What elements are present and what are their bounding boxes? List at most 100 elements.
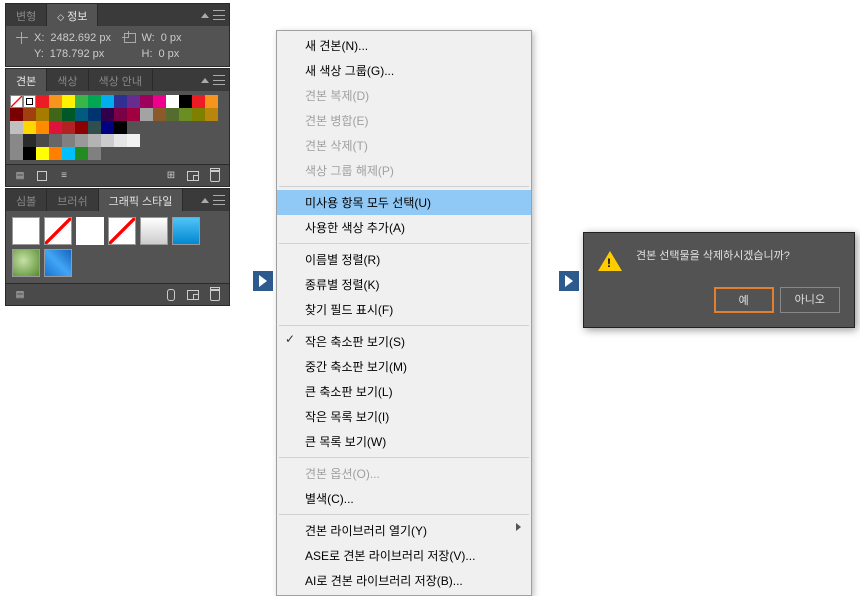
- tab-transform[interactable]: 변형: [6, 4, 47, 26]
- delete-style-button[interactable]: [207, 288, 223, 302]
- color-group-button[interactable]: ⊞: [163, 169, 179, 183]
- break-link-button[interactable]: [163, 288, 179, 302]
- swatch-registration[interactable]: [23, 95, 36, 108]
- menu-item[interactable]: 큰 목록 보기(W): [277, 429, 531, 454]
- swatch[interactable]: [166, 108, 179, 121]
- swatch[interactable]: [75, 95, 88, 108]
- swatch[interactable]: [192, 95, 205, 108]
- style-thumb[interactable]: [44, 249, 72, 277]
- yes-button[interactable]: 예: [714, 287, 774, 313]
- swatch[interactable]: [49, 95, 62, 108]
- menu-item[interactable]: 작은 축소판 보기(S)✓: [277, 329, 531, 354]
- panel-collapse-icon[interactable]: [201, 198, 209, 203]
- swatch[interactable]: [23, 147, 36, 160]
- menu-item[interactable]: 새 색상 그룹(G)...: [277, 58, 531, 83]
- swatch[interactable]: [62, 95, 75, 108]
- style-thumb[interactable]: [44, 217, 72, 245]
- swatch[interactable]: [192, 108, 205, 121]
- swatch[interactable]: [88, 147, 101, 160]
- menu-item[interactable]: 종류별 정렬(K): [277, 272, 531, 297]
- swatch[interactable]: [114, 108, 127, 121]
- swatch[interactable]: [10, 121, 23, 134]
- menu-item[interactable]: ASE로 견본 라이브러리 저장(V)...: [277, 543, 531, 568]
- swatch[interactable]: [49, 108, 62, 121]
- styles-library-button[interactable]: ▤: [12, 288, 28, 302]
- menu-item[interactable]: 찾기 필드 표시(F): [277, 297, 531, 322]
- swatch[interactable]: [75, 108, 88, 121]
- tab-info[interactable]: ◇정보: [47, 4, 98, 26]
- swatch[interactable]: [153, 95, 166, 108]
- tab-color-guide[interactable]: 색상 안내: [89, 69, 154, 91]
- panel-menu-icon[interactable]: [213, 75, 225, 85]
- tab-color[interactable]: 색상: [47, 69, 88, 91]
- panel-menu-icon[interactable]: [213, 10, 225, 20]
- swatch[interactable]: [88, 134, 101, 147]
- style-thumb[interactable]: [76, 217, 104, 245]
- swatch-options-button[interactable]: ≡: [56, 169, 72, 183]
- swatch[interactable]: [205, 95, 218, 108]
- swatch[interactable]: [88, 95, 101, 108]
- menu-item[interactable]: 중간 축소판 보기(M): [277, 354, 531, 379]
- swatch[interactable]: [23, 121, 36, 134]
- swatch[interactable]: [36, 108, 49, 121]
- new-swatch-button[interactable]: [185, 169, 201, 183]
- swatch[interactable]: [62, 147, 75, 160]
- style-thumb[interactable]: [12, 217, 40, 245]
- swatch-library-button[interactable]: ▤: [12, 169, 28, 183]
- swatch-none[interactable]: [10, 95, 23, 108]
- swatch[interactable]: [10, 108, 23, 121]
- swatch[interactable]: [23, 134, 36, 147]
- swatch[interactable]: [36, 147, 49, 160]
- swatch[interactable]: [36, 95, 49, 108]
- swatch[interactable]: [75, 147, 88, 160]
- swatch[interactable]: [62, 108, 75, 121]
- swatch[interactable]: [49, 134, 62, 147]
- swatch[interactable]: [140, 95, 153, 108]
- swatch[interactable]: [23, 108, 36, 121]
- swatch[interactable]: [101, 95, 114, 108]
- swatch[interactable]: [179, 108, 192, 121]
- swatch[interactable]: [49, 147, 62, 160]
- swatch[interactable]: [114, 134, 127, 147]
- swatch[interactable]: [205, 108, 218, 121]
- style-thumb[interactable]: [172, 217, 200, 245]
- swatch[interactable]: [49, 121, 62, 134]
- menu-item[interactable]: 미사용 항목 모두 선택(U): [277, 190, 531, 215]
- swatch[interactable]: [62, 134, 75, 147]
- swatch[interactable]: [75, 121, 88, 134]
- new-style-button[interactable]: [185, 288, 201, 302]
- swatch[interactable]: [62, 121, 75, 134]
- swatch[interactable]: [75, 134, 88, 147]
- swatch[interactable]: [179, 95, 192, 108]
- menu-item[interactable]: 큰 축소판 보기(L): [277, 379, 531, 404]
- panel-menu-icon[interactable]: [213, 195, 225, 205]
- swatch[interactable]: [127, 134, 140, 147]
- style-thumb[interactable]: [108, 217, 136, 245]
- swatch-kinds-button[interactable]: [34, 169, 50, 183]
- swatch[interactable]: [36, 134, 49, 147]
- menu-item[interactable]: 새 견본(N)...: [277, 33, 531, 58]
- folder-icon[interactable]: [10, 147, 23, 160]
- swatch[interactable]: [114, 121, 127, 134]
- swatch[interactable]: [88, 108, 101, 121]
- swatch[interactable]: [153, 108, 166, 121]
- delete-swatch-button[interactable]: [207, 169, 223, 183]
- swatch[interactable]: [166, 95, 179, 108]
- panel-collapse-icon[interactable]: [201, 13, 209, 18]
- tab-symbols[interactable]: 심볼: [6, 189, 47, 211]
- swatch[interactable]: [101, 134, 114, 147]
- menu-item[interactable]: 사용한 색상 추가(A): [277, 215, 531, 240]
- menu-item[interactable]: 별색(C)...: [277, 486, 531, 511]
- menu-item[interactable]: 이름별 정렬(R): [277, 247, 531, 272]
- tab-brushes[interactable]: 브러쉬: [47, 189, 98, 211]
- swatch[interactable]: [36, 121, 49, 134]
- menu-item[interactable]: 작은 목록 보기(I): [277, 404, 531, 429]
- tab-swatches[interactable]: 견본: [6, 69, 47, 91]
- swatch[interactable]: [114, 95, 127, 108]
- swatch[interactable]: [101, 108, 114, 121]
- panel-collapse-icon[interactable]: [201, 78, 209, 83]
- style-thumb[interactable]: [12, 249, 40, 277]
- menu-item[interactable]: AI로 견본 라이브러리 저장(B)...: [277, 568, 531, 593]
- swatch[interactable]: [88, 121, 101, 134]
- style-thumb[interactable]: [140, 217, 168, 245]
